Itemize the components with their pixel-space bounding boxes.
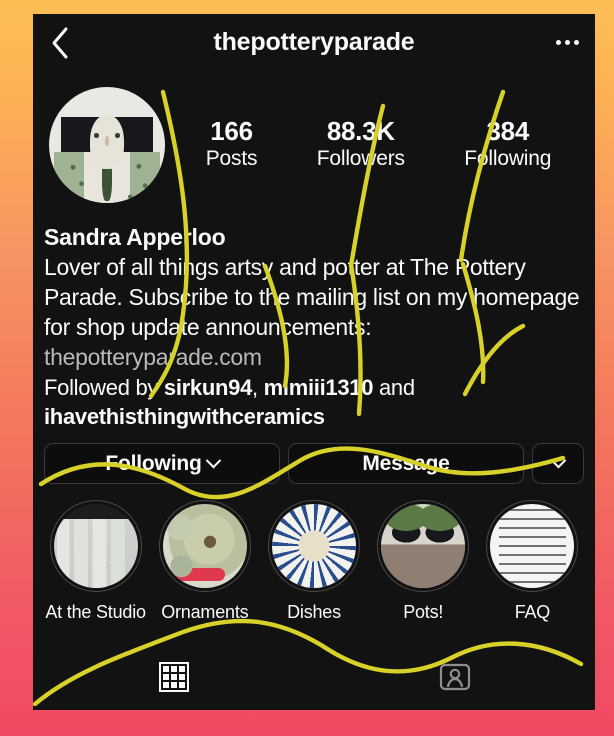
highlight-ring bbox=[158, 500, 251, 593]
highlight-cover-image bbox=[162, 504, 247, 589]
profile-tab-bar bbox=[33, 644, 595, 710]
chevron-down-icon bbox=[205, 453, 221, 469]
following-button-label: Following bbox=[105, 451, 202, 475]
suggested-accounts-button[interactable] bbox=[532, 443, 584, 485]
gradient-frame: thepotteryparade 166 Posts 88.3K Followe… bbox=[0, 0, 614, 736]
highlight-label: Pots! bbox=[403, 602, 444, 623]
story-highlights-row: At the Studio Ornaments Dishes Pots! FAQ bbox=[33, 484, 595, 623]
highlight-label: FAQ bbox=[514, 602, 551, 623]
message-button-label: Message bbox=[362, 451, 450, 475]
page-title: thepotteryparade bbox=[213, 27, 415, 56]
stat-followers-label: Followers bbox=[316, 147, 405, 171]
followed-by-user-3[interactable]: ihavethisthingwithceramics bbox=[44, 404, 325, 429]
highlight-at-the-studio[interactable]: At the Studio bbox=[41, 500, 150, 623]
stat-following-label: Following bbox=[464, 147, 552, 171]
phone-screen: thepotteryparade 166 Posts 88.3K Followe… bbox=[33, 14, 595, 710]
stat-posts-label: Posts bbox=[205, 147, 258, 171]
stat-followers[interactable]: 88.3K Followers bbox=[317, 117, 405, 172]
top-navigation-bar: thepotteryparade bbox=[33, 14, 595, 70]
highlight-cover-image bbox=[490, 504, 575, 589]
following-button[interactable]: Following bbox=[44, 443, 280, 485]
highlight-ring bbox=[49, 500, 142, 593]
followed-by-separator: , bbox=[252, 374, 264, 400]
highlight-ring bbox=[486, 500, 579, 593]
highlight-faq[interactable]: FAQ bbox=[478, 500, 587, 623]
highlight-cover-image bbox=[272, 504, 356, 589]
highlight-cover-image bbox=[381, 504, 466, 589]
grid-icon bbox=[158, 662, 189, 692]
more-options-icon[interactable] bbox=[549, 28, 585, 56]
highlight-label: Dishes bbox=[287, 602, 341, 623]
followed-by-user-2[interactable]: mimiii1310 bbox=[264, 375, 374, 400]
highlight-dishes[interactable]: Dishes bbox=[259, 500, 368, 623]
avatar-container[interactable] bbox=[42, 87, 172, 203]
highlight-label: Ornaments bbox=[161, 602, 249, 623]
profile-full-name: Sandra Apperloo bbox=[44, 224, 226, 250]
followed-by-and: and bbox=[373, 374, 415, 400]
stat-followers-value: 88.3K bbox=[326, 116, 395, 147]
chevron-down-icon bbox=[550, 453, 566, 469]
message-button[interactable]: Message bbox=[288, 443, 524, 485]
highlight-ornaments[interactable]: Ornaments bbox=[150, 500, 259, 623]
followed-by-user-1[interactable]: sirkun94 bbox=[164, 375, 252, 400]
highlight-ring bbox=[268, 500, 360, 593]
tagged-tab[interactable] bbox=[314, 644, 595, 710]
profile-bio-text: Lover of all things artsy and potter at … bbox=[44, 254, 580, 341]
back-chevron-icon[interactable] bbox=[39, 22, 81, 64]
stat-posts[interactable]: 166 Posts bbox=[206, 117, 258, 172]
highlight-label: At the Studio bbox=[45, 602, 146, 623]
tagged-icon bbox=[439, 663, 470, 691]
stat-following[interactable]: 384 Following bbox=[464, 117, 551, 172]
highlight-cover-image bbox=[53, 504, 138, 589]
profile-website-link[interactable]: thepotteryparade.com bbox=[44, 343, 583, 373]
profile-action-buttons: Following Message bbox=[33, 431, 595, 485]
stat-posts-value: 166 bbox=[210, 116, 253, 147]
stats-row: 166 Posts 88.3K Followers 384 Following bbox=[176, 117, 595, 172]
stat-following-value: 384 bbox=[486, 116, 530, 147]
bio-section: Sandra Apperloo Lover of all things arts… bbox=[33, 216, 595, 431]
grid-tab[interactable] bbox=[33, 644, 314, 710]
profile-identity-row: 166 Posts 88.3K Followers 384 Following bbox=[33, 70, 595, 216]
followed-by-prefix: Followed by bbox=[44, 374, 164, 400]
highlight-pots[interactable]: Pots! bbox=[369, 500, 478, 623]
avatar[interactable] bbox=[49, 87, 165, 203]
followed-by-text: Followed by sirkun94, mimiii1310 and iha… bbox=[44, 374, 583, 431]
highlight-ring bbox=[377, 500, 470, 593]
